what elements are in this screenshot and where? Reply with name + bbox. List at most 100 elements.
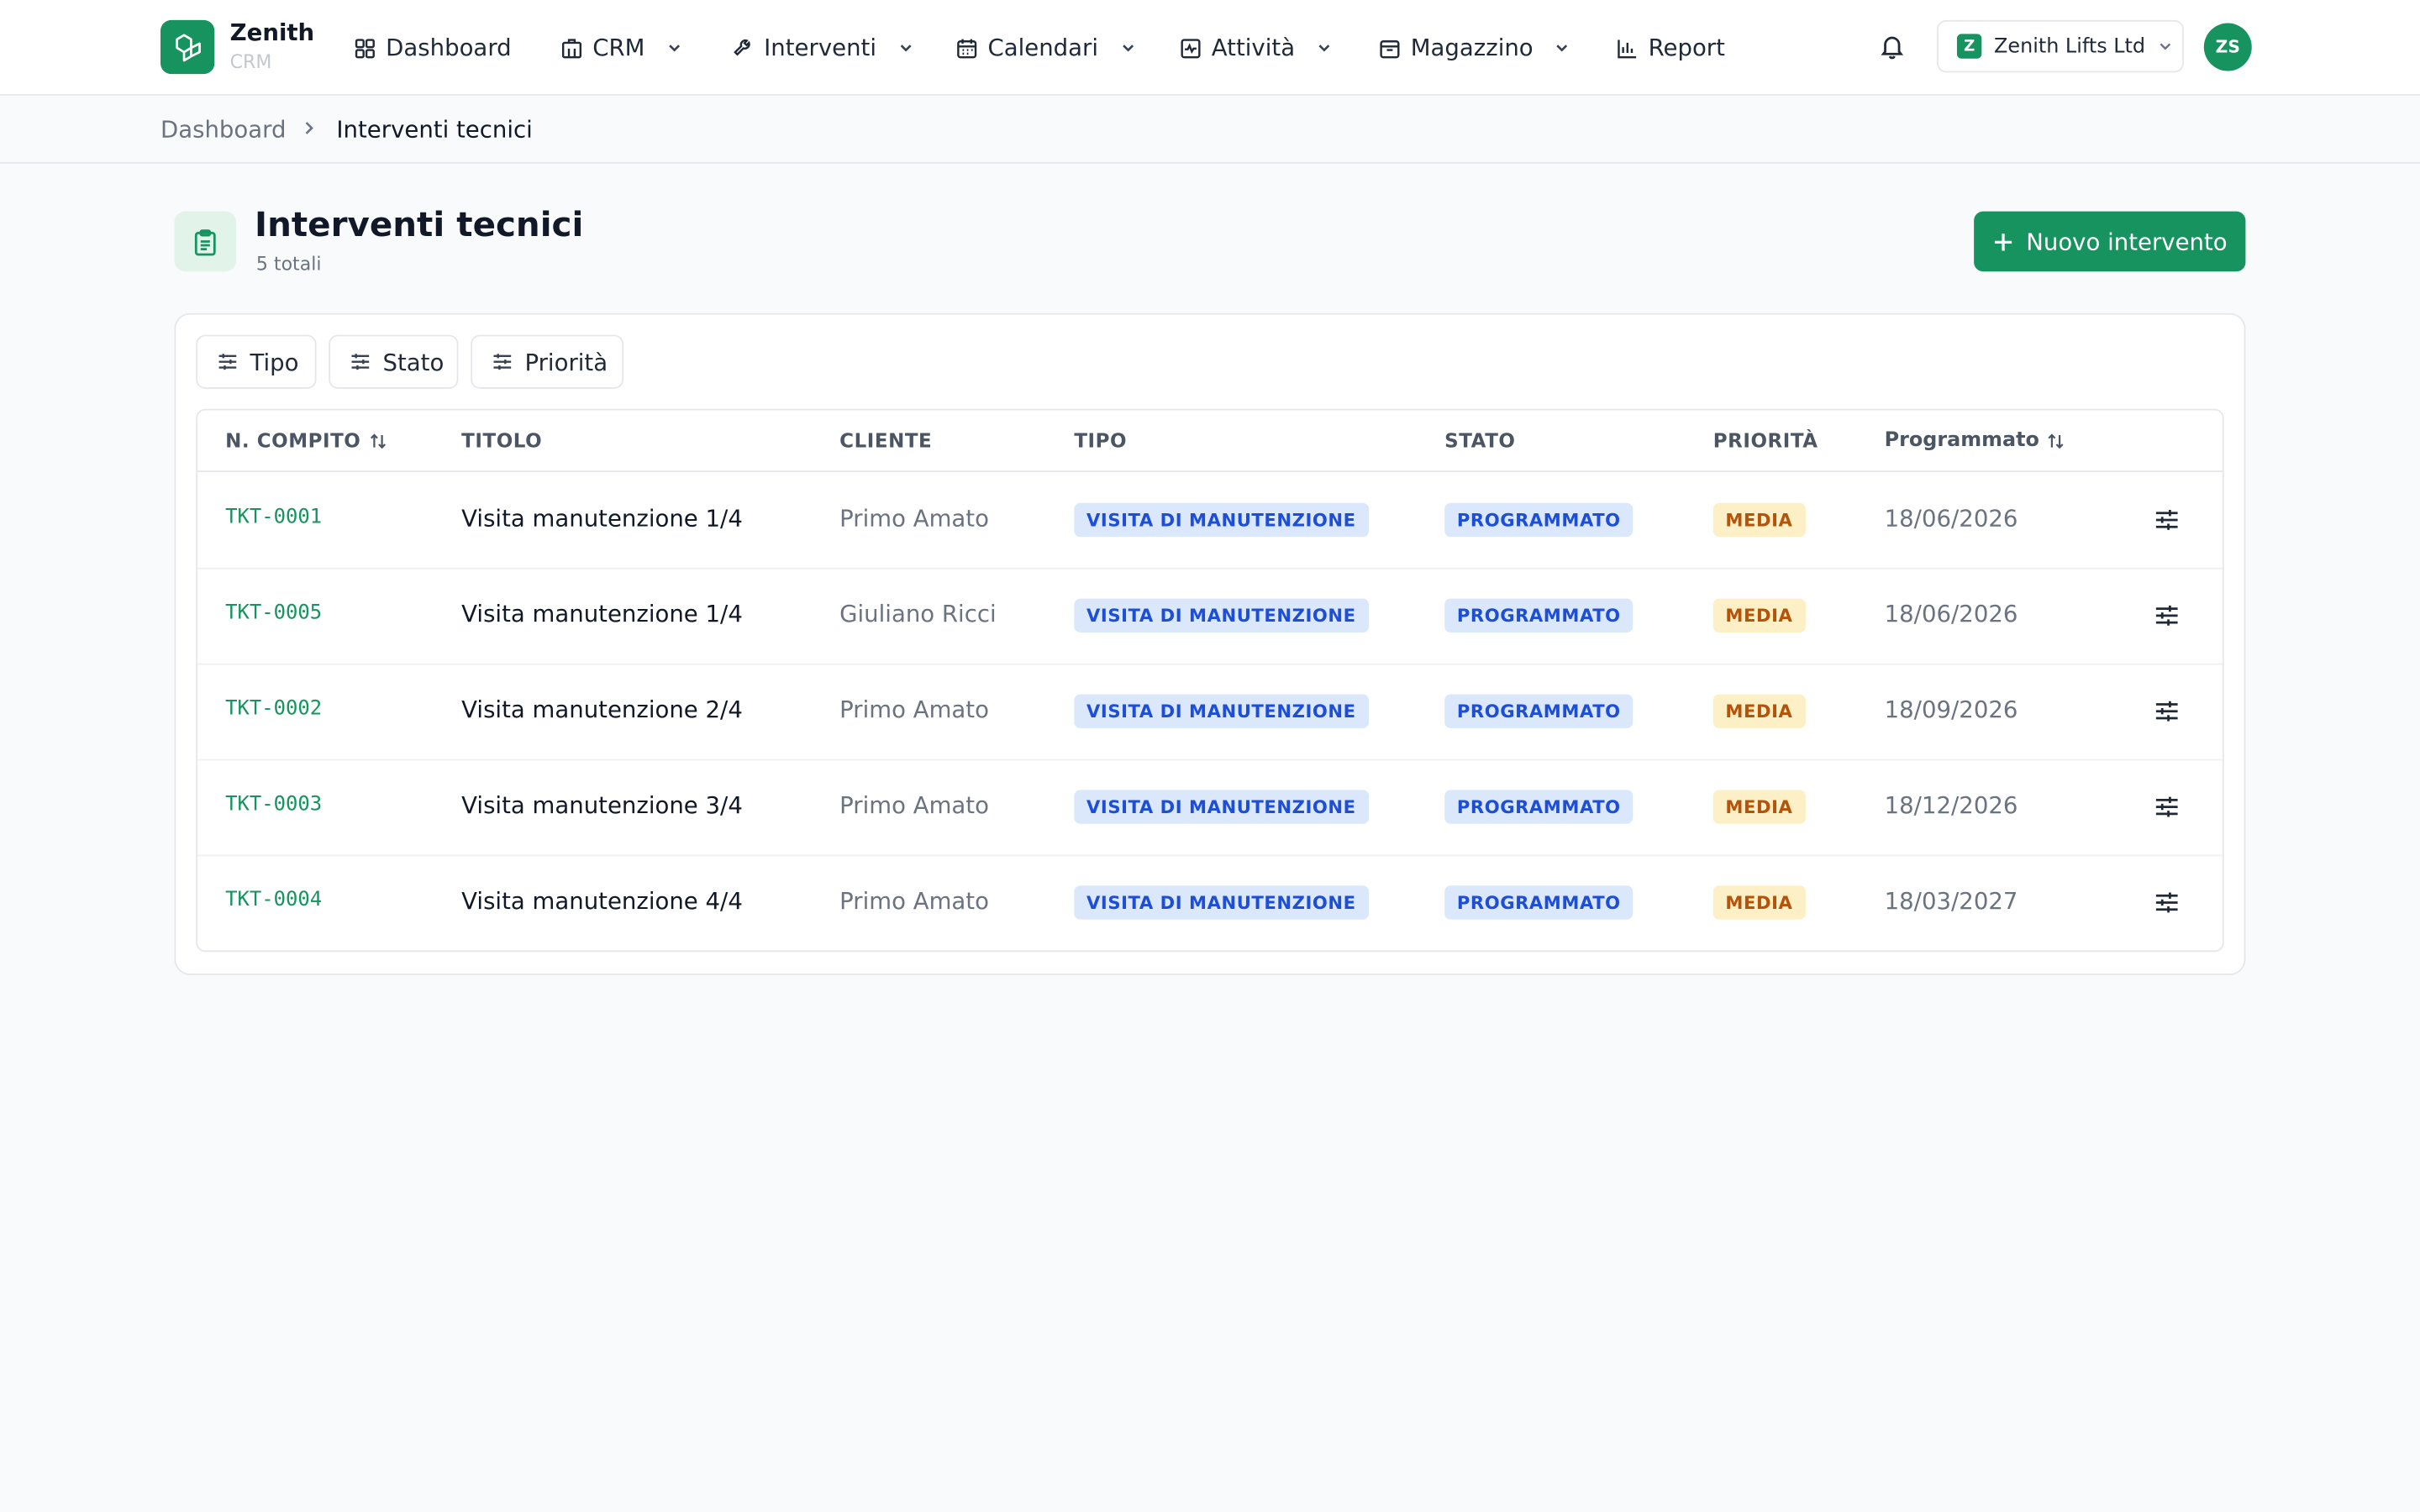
clipboard-icon <box>174 211 237 272</box>
nav-crm[interactable]: CRM <box>560 29 682 66</box>
box-icon <box>1380 39 1400 58</box>
sliders-icon <box>493 354 512 370</box>
column-header-programmato-label: Programmato <box>1884 428 2039 453</box>
wrench-icon <box>734 39 750 55</box>
filter-priorita-button[interactable]: Priorità <box>471 334 624 389</box>
nav-report-label: Report <box>1648 34 1725 62</box>
task-id-link[interactable]: TKT-0005 <box>225 601 322 625</box>
nav-calendari-label: Calendari <box>987 34 1099 62</box>
nav-crm-label: CRM <box>592 34 645 62</box>
nav-interventi-label: Interventi <box>764 34 877 62</box>
building-icon <box>561 38 582 58</box>
page-title: Interventi tecnici <box>255 207 584 246</box>
task-title: Visita manutenzione 1/4 <box>461 600 743 628</box>
brand-logo-icon[interactable] <box>160 19 215 75</box>
scheduled-date: 18/06/2026 <box>1884 504 2018 533</box>
row-actions-sliders-icon[interactable] <box>2153 889 2181 916</box>
company-switcher[interactable]: Z Zenith Lifts Ltd <box>1937 19 2184 73</box>
status-badge: PROGRAMMATO <box>1444 598 1634 633</box>
type-badge: VISITA DI MANUTENZIONE <box>1074 790 1369 824</box>
priority-badge: MEDIA <box>1712 790 1806 824</box>
status-badge: PROGRAMMATO <box>1444 694 1634 728</box>
row-actions-sliders-icon[interactable] <box>2153 697 2181 725</box>
priority-badge: MEDIA <box>1712 598 1806 633</box>
filter-stato-button[interactable]: Stato <box>329 334 459 389</box>
breadcrumb: Dashboard Interventi tecnici <box>0 95 2420 164</box>
row-divider <box>197 759 2223 761</box>
nav-attivita-label: Attività <box>1211 34 1296 62</box>
nav-magazzino[interactable]: Magazzino <box>1378 29 1570 66</box>
column-header-stato: STATO <box>1444 428 1516 453</box>
task-id-link[interactable]: TKT-0004 <box>225 889 322 912</box>
status-badge: PROGRAMMATO <box>1444 502 1634 538</box>
company-badge: Z <box>1956 34 1982 59</box>
row-actions-sliders-icon[interactable] <box>2153 506 2181 533</box>
nav-calendari[interactable]: Calendari <box>955 29 1135 66</box>
nav-interventi[interactable]: Interventi <box>732 29 914 66</box>
task-client: Primo Amato <box>839 791 989 820</box>
chevron-down-icon <box>1318 45 1330 52</box>
nav-attivita[interactable]: Attività <box>1179 29 1332 66</box>
task-id-link[interactable]: TKT-0001 <box>225 506 322 529</box>
filter-priorita-label: Priorità <box>524 348 608 376</box>
task-id-link[interactable]: TKT-0003 <box>225 793 322 816</box>
row-divider <box>197 663 2223 665</box>
priority-badge: MEDIA <box>1712 694 1806 728</box>
sort-icon <box>370 433 386 449</box>
type-badge: VISITA DI MANUTENZIONE <box>1074 885 1369 920</box>
bell-icon[interactable] <box>1878 33 1906 60</box>
status-badge: PROGRAMMATO <box>1444 885 1634 920</box>
filter-tipo-button[interactable]: Tipo <box>196 334 317 389</box>
filter-tipo-label: Tipo <box>250 348 299 376</box>
row-actions-sliders-icon[interactable] <box>2153 793 2181 821</box>
chevron-down-icon <box>2160 43 2171 50</box>
task-title: Visita manutenzione 1/4 <box>461 504 743 533</box>
priority-badge: MEDIA <box>1712 502 1806 538</box>
scheduled-date: 18/09/2026 <box>1884 696 2018 724</box>
new-intervention-button[interactable]: Nuovo intervento <box>1974 211 2246 272</box>
column-header-numero[interactable]: N. COMPITO <box>225 428 387 453</box>
grid-icon <box>355 38 375 58</box>
chevron-down-icon <box>900 45 912 52</box>
row-actions-sliders-icon[interactable] <box>2153 601 2181 629</box>
scheduled-date: 18/03/2027 <box>1884 887 2018 916</box>
chevron-down-icon <box>1122 45 1134 52</box>
nav-report[interactable]: Report <box>1616 29 1725 66</box>
type-badge: VISITA DI MANUTENZIONE <box>1074 502 1369 538</box>
column-header-cliente: CLIENTE <box>839 428 933 453</box>
filter-stato-label: Stato <box>382 348 445 376</box>
breadcrumb-dashboard-link[interactable]: Dashboard <box>160 116 286 144</box>
new-intervention-label: Nuovo intervento <box>2026 227 2228 255</box>
task-title: Visita manutenzione 2/4 <box>461 696 743 724</box>
scheduled-date: 18/12/2026 <box>1884 791 2018 820</box>
user-avatar[interactable]: ZS <box>2203 23 2252 71</box>
brand-name: Zenith <box>229 18 315 47</box>
scheduled-date: 18/06/2026 <box>1884 600 2018 628</box>
top-navbar: Zenith CRM Dashboard CRM Interventi Cale… <box>0 0 2420 96</box>
page-subtitle: 5 totali <box>255 253 322 275</box>
sliders-icon <box>351 354 370 370</box>
type-badge: VISITA DI MANUTENZIONE <box>1074 598 1369 633</box>
nav-dashboard[interactable]: Dashboard <box>354 29 512 66</box>
column-header-numero-label: N. COMPITO <box>225 428 361 453</box>
task-client: Primo Amato <box>839 887 989 916</box>
plus-icon <box>1994 233 2012 250</box>
column-header-programmato[interactable]: Programmato <box>1884 428 2066 453</box>
breadcrumb-current: Interventi tecnici <box>336 115 533 144</box>
column-header-titolo: TITOLO <box>461 428 543 453</box>
company-name: Zenith Lifts Ltd <box>1994 34 2146 58</box>
task-client: Giuliano Ricci <box>839 600 997 628</box>
status-badge: PROGRAMMATO <box>1444 790 1634 824</box>
chevron-right-icon <box>305 122 313 134</box>
bar-chart-icon <box>1618 39 1637 58</box>
row-divider <box>197 854 2223 857</box>
calendar-icon <box>957 38 977 58</box>
chevron-down-icon <box>1557 45 1568 52</box>
chevron-down-icon <box>668 45 680 52</box>
priority-badge: MEDIA <box>1712 885 1806 920</box>
type-badge: VISITA DI MANUTENZIONE <box>1074 694 1369 728</box>
task-id-link[interactable]: TKT-0002 <box>225 697 322 721</box>
sliders-icon <box>218 354 237 370</box>
row-divider <box>197 567 2223 570</box>
nav-dashboard-label: Dashboard <box>386 34 512 62</box>
